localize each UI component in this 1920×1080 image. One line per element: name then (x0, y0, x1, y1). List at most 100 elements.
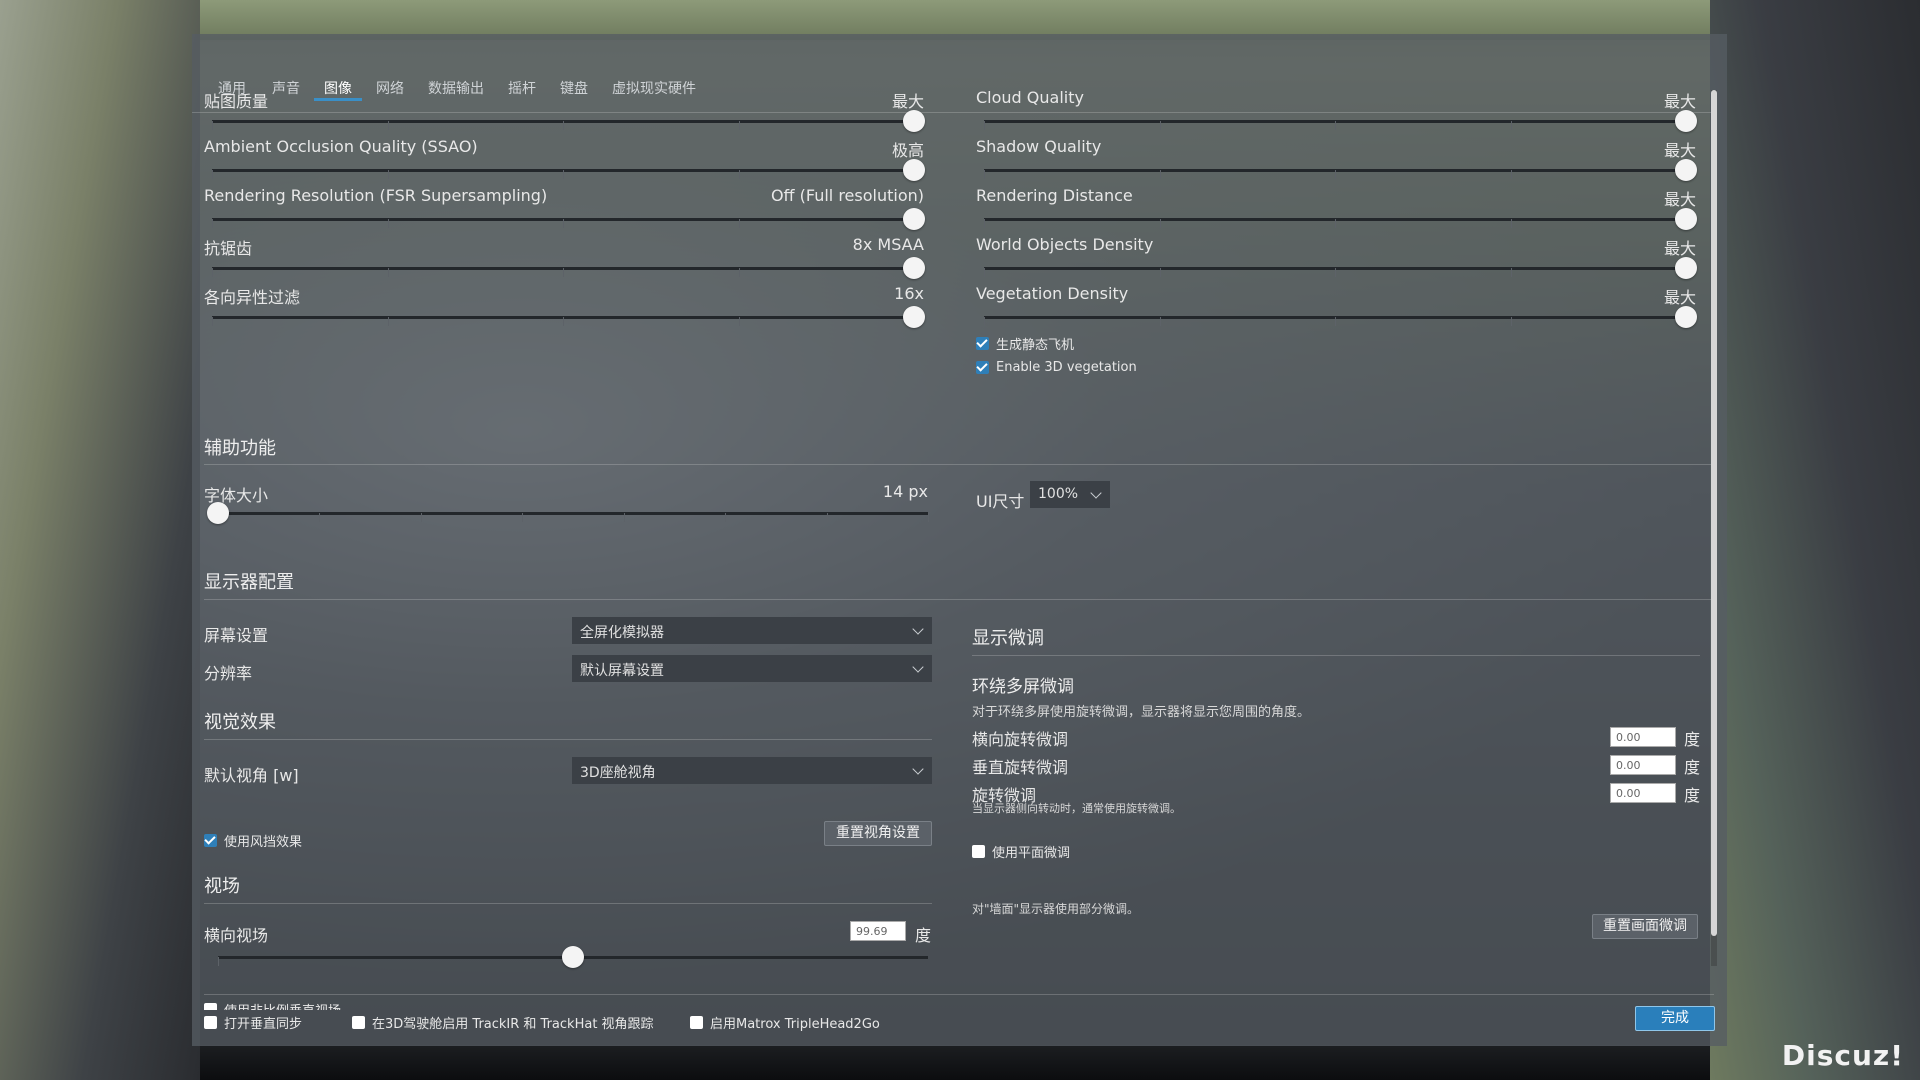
slider-knob[interactable] (1675, 306, 1697, 328)
ui-size-label: UI尺寸 (976, 492, 1025, 511)
slider-knob[interactable] (1675, 159, 1697, 181)
left-quality-value: 16x (894, 284, 924, 303)
slider-knob[interactable] (1675, 110, 1697, 132)
h-fov-slider[interactable] (218, 946, 928, 968)
slider-tick (387, 170, 389, 179)
slider-knob[interactable] (903, 208, 925, 230)
visual-effects-title: 视觉效果 (204, 712, 276, 733)
left-quality-slider[interactable] (212, 208, 925, 230)
slider-knob[interactable] (562, 946, 584, 968)
left-quality-slider[interactable] (212, 257, 925, 279)
trackir-checkbox[interactable] (352, 1016, 365, 1029)
left-quality-label: 抗锯齿 (204, 239, 253, 258)
vsync-label: 打开垂直同步 (224, 1017, 303, 1032)
slider-tick (387, 219, 389, 228)
slider-tick (387, 317, 389, 326)
right-quality-slider[interactable] (984, 306, 1697, 328)
flat-tune-checkbox[interactable] (972, 845, 985, 858)
slider-tick (563, 121, 564, 130)
left-quality-label: 贴图质量 (204, 92, 269, 111)
slider-tick (984, 268, 985, 277)
background-right (1710, 0, 1920, 1080)
slider-tick (1335, 268, 1336, 277)
slider-tick (563, 170, 564, 179)
right-quality-slider[interactable] (984, 208, 1697, 230)
ui-size-dropdown[interactable]: 100% (1030, 481, 1110, 508)
reset-view-button[interactable]: 重置视角设置 (824, 821, 932, 846)
right-quality-slider[interactable] (984, 257, 1697, 279)
right-quality-slider[interactable] (984, 159, 1697, 181)
windshield-checkbox-row[interactable]: 使用风挡效果 (204, 831, 302, 850)
matrox-checkbox[interactable] (690, 1016, 703, 1029)
reset-fine-tune-button[interactable]: 重置画面微调 (1592, 914, 1698, 939)
slider-tick (212, 170, 213, 179)
vertical-rotation-unit: 度 (1684, 758, 1701, 777)
slider-knob[interactable] (903, 159, 925, 181)
static-aircraft-checkbox[interactable] (976, 337, 989, 350)
slider-knob[interactable] (903, 110, 925, 132)
h-fov-input[interactable]: 99.69 (850, 921, 906, 941)
done-button[interactable]: 完成 (1635, 1006, 1715, 1031)
right-quality-value: 最大 (1663, 190, 1696, 209)
tab-graphics[interactable]: 图像 (314, 78, 362, 101)
scrollbar[interactable] (1711, 90, 1717, 966)
left-quality-slider[interactable] (212, 306, 925, 328)
right-quality-label: Rendering Distance (976, 186, 1133, 205)
trackir-label: 在3D驾驶舱启用 TrackIR 和 TrackHat 视角跟踪 (372, 1017, 654, 1032)
slider-tick (738, 219, 740, 228)
vsync-checkbox[interactable] (204, 1016, 217, 1029)
slider-tick (1159, 219, 1161, 228)
non-proportional-vfov-checkbox[interactable] (204, 1003, 217, 1010)
tab-network[interactable]: 网络 (376, 78, 404, 98)
right-quality-slider[interactable] (984, 110, 1697, 132)
tab-keyboard[interactable]: 键盘 (560, 78, 588, 98)
vertical-rotation-input[interactable]: 0.00 (1610, 755, 1676, 775)
tab-data-output[interactable]: 数据输出 (428, 78, 484, 98)
windshield-checkbox[interactable] (204, 834, 217, 847)
slider-tick (1510, 170, 1512, 179)
slider-tick (212, 317, 213, 326)
lateral-rotation-input[interactable]: 0.00 (1610, 727, 1676, 747)
resolution-dropdown[interactable]: 默认屏幕设置 (572, 655, 932, 682)
static-aircraft-checkbox-row[interactable]: 生成静态飞机 (976, 334, 1074, 353)
h-fov-unit: 度 (915, 926, 932, 945)
vertical-rotation-label: 垂直旋转微调 (972, 758, 1069, 777)
left-quality-label: 各向异性过滤 (204, 288, 301, 307)
slider-tick (1159, 268, 1161, 277)
tab-sound[interactable]: 声音 (272, 78, 300, 98)
3d-vegetation-checkbox[interactable] (976, 361, 989, 374)
tab-joystick[interactable]: 摇杆 (508, 78, 536, 98)
slider-knob[interactable] (903, 306, 925, 328)
right-quality-value: 最大 (1663, 239, 1696, 258)
slider-tick (563, 268, 564, 277)
default-view-value: 3D座舱视角 (580, 765, 656, 781)
default-view-dropdown[interactable]: 3D座舱视角 (572, 757, 932, 784)
matrox-checkbox-row[interactable]: 启用Matrox TripleHead2Go (690, 1013, 880, 1032)
slider-tick (984, 219, 985, 228)
trackir-checkbox-row[interactable]: 在3D驾驶舱启用 TrackIR 和 TrackHat 视角跟踪 (352, 1013, 654, 1032)
slider-track[interactable] (218, 512, 928, 515)
slider-knob[interactable] (207, 502, 229, 524)
chevron-down-icon (912, 763, 924, 775)
slider-tick (1510, 219, 1512, 228)
slider-knob[interactable] (903, 257, 925, 279)
slider-tick (1159, 317, 1161, 326)
slider-knob[interactable] (1675, 257, 1697, 279)
left-quality-slider[interactable] (212, 159, 925, 181)
3d-vegetation-checkbox-row[interactable]: Enable 3D vegetation (976, 360, 1137, 375)
scrollbar-thumb[interactable] (1711, 90, 1717, 936)
vsync-checkbox-row[interactable]: 打开垂直同步 (204, 1013, 302, 1032)
roll-rotation-input[interactable]: 0.00 (1610, 783, 1676, 803)
slider-tick (387, 268, 389, 277)
left-quality-slider[interactable] (212, 110, 925, 132)
left-quality-value: 极高 (891, 141, 924, 160)
slider-knob[interactable] (1675, 208, 1697, 230)
non-proportional-vfov-row[interactable]: 使用非比例垂直视场 (204, 1000, 341, 1010)
chevron-down-icon (912, 623, 924, 635)
slider-tick (1510, 121, 1512, 130)
flat-tune-checkbox-row[interactable]: 使用平面微调 (972, 842, 1070, 861)
slider-tick (623, 513, 625, 522)
font-size-slider[interactable] (207, 502, 929, 524)
screen-setting-dropdown[interactable]: 全屏化模拟器 (572, 617, 932, 644)
visual-effects-divider (204, 739, 932, 740)
